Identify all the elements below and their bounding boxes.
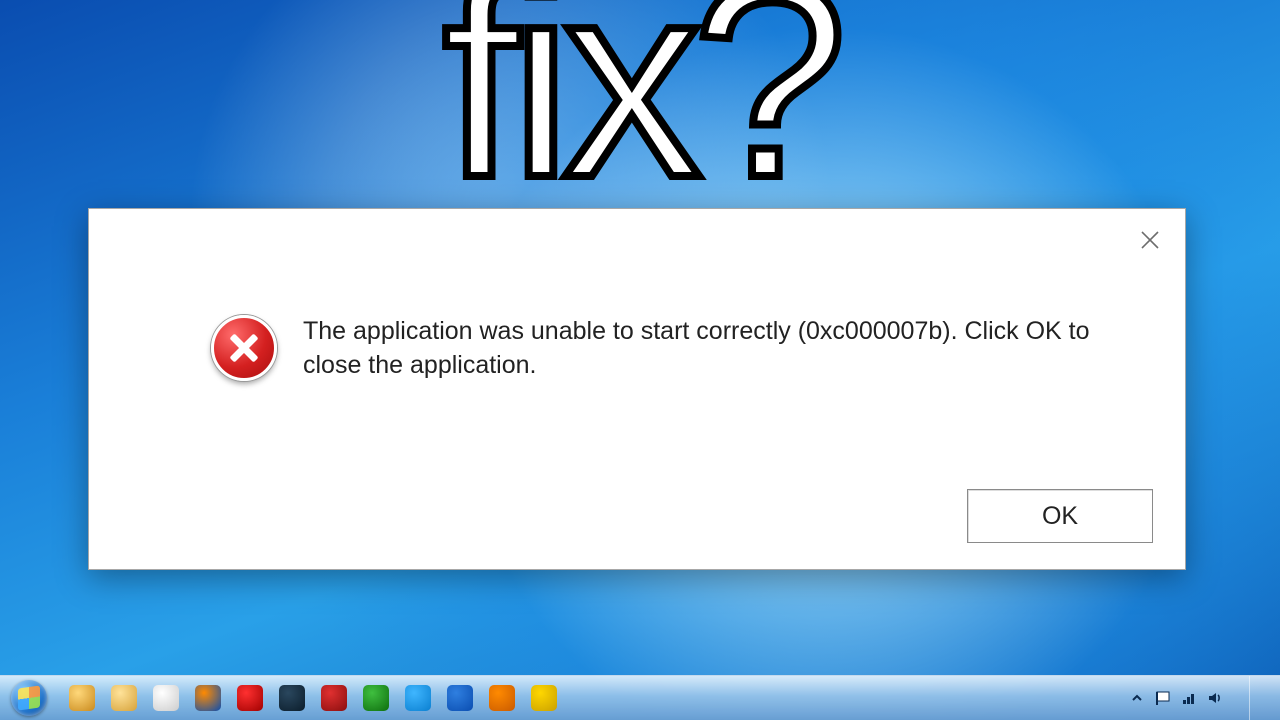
opera-icon	[237, 685, 263, 711]
taskbar-item-chrome[interactable]	[146, 680, 186, 716]
app-yellow-icon	[531, 685, 557, 711]
taskbar	[0, 675, 1280, 720]
taskbar-item-app-orange[interactable]	[482, 680, 522, 716]
taskbar-item-firefox[interactable]	[188, 680, 228, 716]
app-orange-icon	[489, 685, 515, 711]
taskbar-item-folder[interactable]	[104, 680, 144, 716]
close-button[interactable]	[1133, 223, 1167, 257]
explorer-icon	[69, 685, 95, 711]
tray-chevron-icon[interactable]	[1129, 690, 1145, 706]
taskbar-item-app-yellow[interactable]	[524, 680, 564, 716]
taskbar-item-opera[interactable]	[230, 680, 270, 716]
folder-icon	[111, 685, 137, 711]
taskbar-item-steam[interactable]	[272, 680, 312, 716]
desktop: fix? The application was unable to start…	[0, 0, 1280, 720]
steam-icon	[279, 685, 305, 711]
taskbar-item-app-green[interactable]	[356, 680, 396, 716]
app-green-icon	[363, 685, 389, 711]
error-message: The application was unable to start corr…	[303, 315, 1125, 383]
system-tray	[1129, 676, 1274, 720]
taskbar-item-app-red[interactable]	[314, 680, 354, 716]
tray-flag-icon[interactable]	[1155, 690, 1171, 706]
show-desktop-button[interactable]	[1249, 676, 1264, 720]
chrome-icon	[153, 685, 179, 711]
start-button[interactable]	[6, 678, 52, 718]
firefox-icon	[195, 685, 221, 711]
error-icon	[211, 315, 277, 381]
app-red-icon	[321, 685, 347, 711]
close-icon	[1139, 229, 1161, 251]
taskbar-item-skype[interactable]	[398, 680, 438, 716]
skype-icon	[405, 685, 431, 711]
taskbar-item-teamviewer[interactable]	[440, 680, 480, 716]
overlay-caption: fix?	[442, 0, 838, 220]
taskbar-item-explorer[interactable]	[62, 680, 102, 716]
error-dialog: The application was unable to start corr…	[88, 208, 1186, 570]
ok-button[interactable]: OK	[967, 489, 1153, 543]
teamviewer-icon	[447, 685, 473, 711]
tray-network-icon[interactable]	[1181, 690, 1197, 706]
tray-volume-icon[interactable]	[1207, 690, 1223, 706]
